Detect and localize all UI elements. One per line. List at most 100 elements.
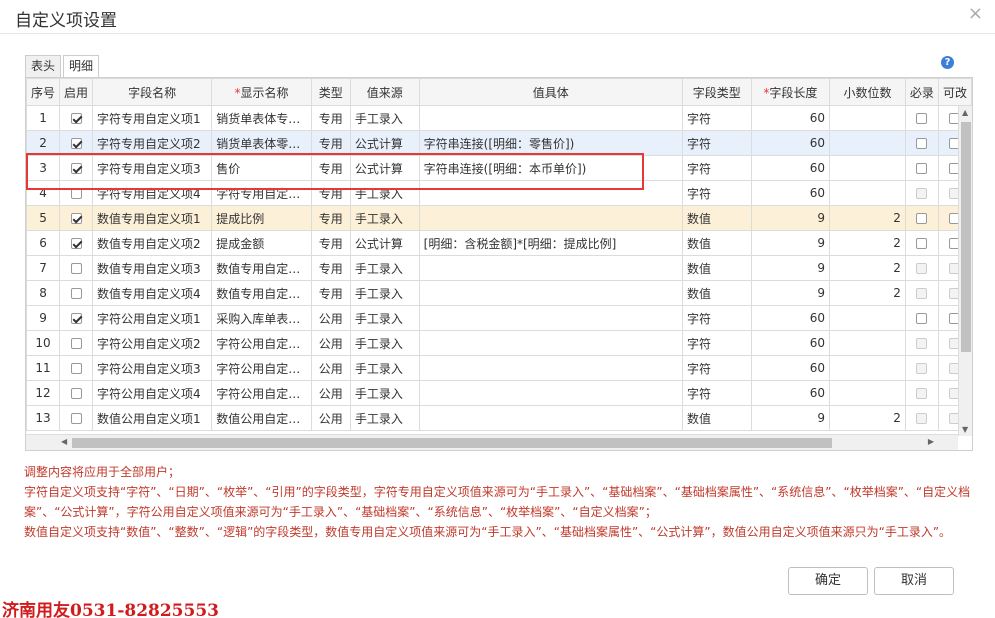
required-cell[interactable] (904, 380, 939, 406)
source-cell[interactable]: 手工录入 (349, 105, 420, 131)
enabled-cell[interactable] (59, 130, 94, 156)
field-name-cell[interactable]: 字符公用自定义项1 (92, 305, 213, 331)
field-type-cell[interactable]: 字符 (681, 330, 752, 356)
display-name-cell[interactable]: 销货单表体零… (211, 130, 312, 156)
display-name-cell[interactable]: 销货单表体专… (211, 105, 312, 131)
required-checkbox[interactable] (916, 313, 928, 324)
row-number-cell[interactable]: 6 (26, 230, 61, 256)
display-name-cell[interactable]: 字符公用自定… (211, 330, 312, 356)
row-number-cell[interactable]: 13 (26, 405, 61, 431)
length-cell[interactable]: 60 (750, 105, 830, 131)
row-number-cell[interactable]: 10 (26, 330, 61, 356)
col-header-type[interactable]: 类型 (310, 78, 351, 106)
field-type-cell[interactable]: 数值 (681, 280, 752, 306)
required-checkbox[interactable] (916, 188, 928, 199)
field-type-cell[interactable]: 数值 (681, 205, 752, 231)
required-cell[interactable] (904, 280, 939, 306)
display-name-cell[interactable]: 提成比例 (211, 205, 312, 231)
row-number-cell[interactable]: 7 (26, 255, 61, 281)
col-header-enabled[interactable]: 启用 (59, 78, 94, 106)
table-row[interactable]: 6 数值专用自定义项2 提成金额 专用 公式计算 [明细：含税金额]*[明细：提成比例] 数… (26, 230, 972, 256)
col-header-display-name[interactable]: *显示名称 (211, 78, 312, 106)
decimals-cell[interactable]: 2 (828, 230, 906, 256)
table-row[interactable]: 9 字符公用自定义项1 采购入库单表… 公用 手工录入 字符 60 (26, 305, 972, 331)
required-checkbox[interactable] (916, 413, 928, 424)
required-cell[interactable] (904, 130, 939, 156)
tab-detail[interactable]: 明细 (63, 55, 100, 78)
required-checkbox[interactable] (916, 263, 928, 274)
length-cell[interactable]: 9 (750, 230, 830, 256)
decimals-cell[interactable] (828, 180, 906, 206)
value-cell[interactable] (418, 255, 683, 281)
field-name-cell[interactable]: 字符专用自定义项2 (92, 130, 213, 156)
length-cell[interactable]: 9 (750, 255, 830, 281)
source-cell[interactable]: 手工录入 (349, 330, 420, 356)
required-checkbox[interactable] (916, 163, 928, 174)
value-cell[interactable]: 字符串连接([明细：零售价]) (418, 130, 683, 156)
field-type-cell[interactable]: 数值 (681, 230, 752, 256)
field-name-cell[interactable]: 数值专用自定义项1 (92, 205, 213, 231)
col-header-source[interactable]: 值来源 (349, 78, 420, 106)
table-row[interactable]: 5 数值专用自定义项1 提成比例 专用 手工录入 数值 9 2 (26, 205, 972, 231)
type-cell[interactable]: 公用 (310, 355, 351, 381)
value-cell[interactable] (418, 330, 683, 356)
enabled-checkbox[interactable] (70, 388, 82, 399)
required-cell[interactable] (904, 355, 939, 381)
enabled-checkbox[interactable] (70, 263, 82, 274)
type-cell[interactable]: 专用 (310, 105, 351, 131)
tab-header[interactable]: 表头 (25, 55, 62, 77)
field-name-cell[interactable]: 字符专用自定义项1 (92, 105, 213, 131)
length-cell[interactable]: 9 (750, 280, 830, 306)
field-type-cell[interactable]: 字符 (681, 380, 752, 406)
field-name-cell[interactable]: 字符公用自定义项3 (92, 355, 213, 381)
type-cell[interactable]: 专用 (310, 230, 351, 256)
enabled-cell[interactable] (59, 205, 94, 231)
table-row[interactable]: 7 数值专用自定义项3 数值专用自定… 专用 手工录入 数值 9 2 (26, 255, 972, 281)
vertical-scrollbar[interactable]: ▲ ▼ (958, 106, 972, 436)
value-cell[interactable] (418, 205, 683, 231)
required-cell[interactable] (904, 230, 939, 256)
enabled-cell[interactable] (59, 280, 94, 306)
field-type-cell[interactable]: 字符 (681, 180, 752, 206)
horizontal-scrollbar[interactable]: ◀ ▶ (26, 434, 958, 450)
col-header-editable[interactable]: 可改 (937, 78, 972, 106)
required-cell[interactable] (904, 180, 939, 206)
source-cell[interactable]: 手工录入 (349, 280, 420, 306)
row-number-cell[interactable]: 11 (26, 355, 61, 381)
required-cell[interactable] (904, 330, 939, 356)
decimals-cell[interactable] (828, 105, 906, 131)
type-cell[interactable]: 专用 (310, 280, 351, 306)
field-name-cell[interactable]: 数值公用自定义项1 (92, 405, 213, 431)
display-name-cell[interactable]: 数值公用自定… (211, 405, 312, 431)
field-type-cell[interactable]: 字符 (681, 155, 752, 181)
row-number-cell[interactable]: 2 (26, 130, 61, 156)
cancel-button[interactable]: 取消 (874, 567, 954, 595)
row-number-cell[interactable]: 1 (26, 105, 61, 131)
length-cell[interactable]: 60 (750, 330, 830, 356)
field-type-cell[interactable]: 字符 (681, 130, 752, 156)
type-cell[interactable]: 专用 (310, 130, 351, 156)
col-header-value[interactable]: 值具体 (418, 78, 683, 106)
table-row[interactable]: 13 数值公用自定义项1 数值公用自定… 公用 手工录入 数值 9 2 (26, 405, 972, 431)
field-type-cell[interactable]: 字符 (681, 355, 752, 381)
required-checkbox[interactable] (916, 288, 928, 299)
row-number-cell[interactable]: 8 (26, 280, 61, 306)
decimals-cell[interactable]: 2 (828, 205, 906, 231)
field-type-cell[interactable]: 数值 (681, 255, 752, 281)
required-cell[interactable] (904, 105, 939, 131)
value-cell[interactable]: [明细：含税金额]*[明细：提成比例] (418, 230, 683, 256)
type-cell[interactable]: 公用 (310, 380, 351, 406)
decimals-cell[interactable] (828, 380, 906, 406)
decimals-cell[interactable] (828, 330, 906, 356)
row-number-cell[interactable]: 9 (26, 305, 61, 331)
col-header-no[interactable]: 序号 (26, 78, 61, 106)
table-row[interactable]: 1 字符专用自定义项1 销货单表体专… 专用 手工录入 字符 60 (26, 105, 972, 131)
scroll-down-icon[interactable]: ▼ (962, 425, 968, 434)
col-header-field-type[interactable]: 字段类型 (681, 78, 752, 106)
decimals-cell[interactable]: 2 (828, 255, 906, 281)
scroll-left-icon[interactable]: ◀ (61, 437, 67, 446)
type-cell[interactable]: 公用 (310, 330, 351, 356)
source-cell[interactable]: 手工录入 (349, 355, 420, 381)
field-name-cell[interactable]: 字符公用自定义项2 (92, 330, 213, 356)
scroll-right-icon[interactable]: ▶ (928, 437, 934, 446)
